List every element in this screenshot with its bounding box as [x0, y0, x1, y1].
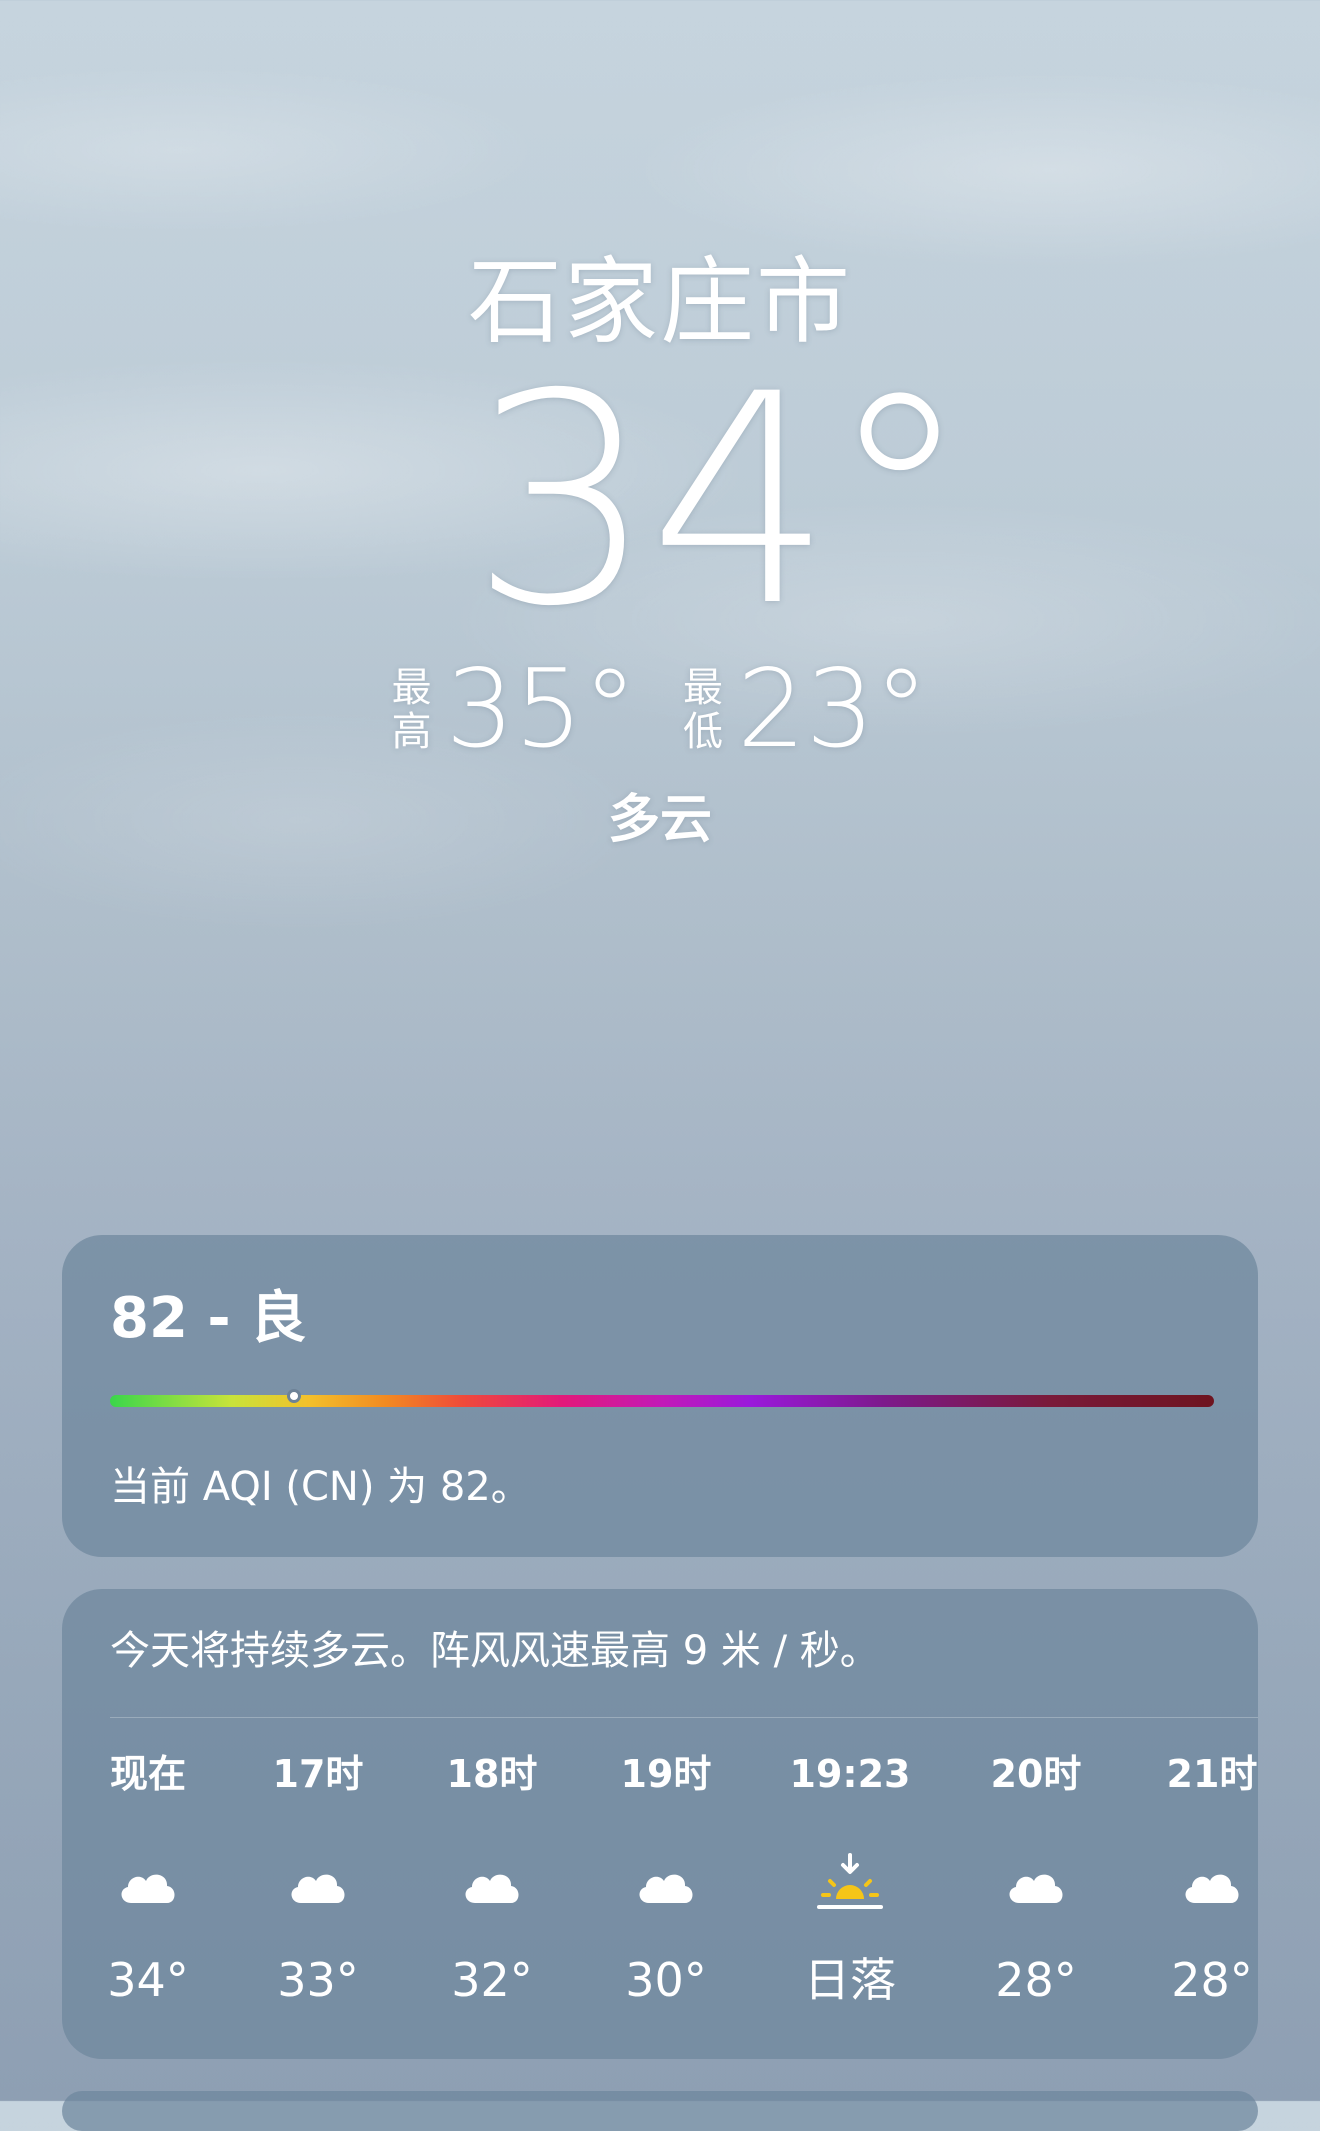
low-temperature-group: 最 低 23° — [683, 650, 928, 770]
forecast-divider — [110, 1717, 1258, 1718]
high-label: 最 高 — [392, 666, 432, 754]
hour-time-label: 19:23 — [789, 1752, 911, 1796]
cloud-icon — [113, 1851, 183, 1921]
sunset-icon — [815, 1851, 885, 1921]
high-label-char-1: 最 — [391, 665, 432, 711]
hourly-forecast-item: 21时 28° — [1132, 1739, 1258, 2039]
high-label-char-2: 高 — [391, 709, 432, 755]
high-low-row: 最 高 35° 最 低 23° — [0, 650, 1320, 770]
hour-time-label: 18时 — [446, 1752, 538, 1796]
air-quality-card[interactable]: 82 - 良 当前 AQI (CN) 为 82。 — [62, 1235, 1258, 1557]
aqi-scale-bar — [110, 1395, 1214, 1407]
hour-time-label: 现在 — [109, 1752, 186, 1796]
cloud-icon — [283, 1851, 353, 1921]
hourly-forecast-item: 18时 32° — [412, 1739, 572, 2039]
hour-time-label: 19时 — [620, 1752, 712, 1796]
hourly-forecast-item: 19时 30° — [586, 1739, 746, 2039]
high-temperature: 35° — [445, 647, 637, 772]
hour-temperature: 日落 — [804, 1953, 896, 2007]
hour-time-label: 21时 — [1166, 1752, 1258, 1796]
aqi-description: 当前 AQI (CN) 为 82。 — [110, 1464, 531, 1510]
low-temperature: 23° — [737, 647, 929, 772]
weather-condition: 多云 — [607, 790, 712, 850]
hour-temperature: 30° — [625, 1953, 707, 2007]
hour-time-label: 20时 — [990, 1752, 1082, 1796]
aqi-title: 82 - 良 — [110, 1286, 307, 1351]
cloud-icon — [631, 1851, 701, 1921]
hour-time-label: 17时 — [272, 1752, 364, 1796]
high-temperature-group: 最 高 35° — [392, 650, 637, 770]
hour-temperature: 33° — [277, 1953, 359, 2007]
forecast-summary: 今天将持续多云。阵风风速最高 9 米 / 秒。 — [110, 1628, 880, 1674]
low-label-char-1: 最 — [683, 665, 723, 711]
current-temperature: 34° — [470, 333, 972, 670]
hour-temperature: 34° — [107, 1953, 189, 2007]
cloud-icon — [457, 1851, 527, 1921]
hourly-forecast-card[interactable]: 今天将持续多云。阵风风速最高 9 米 / 秒。 现在 34° 17时 33° 18时 32… — [62, 1589, 1258, 2059]
hour-temperature: 28° — [1171, 1953, 1253, 2007]
low-label: 最 低 — [683, 666, 723, 754]
hourly-forecast-item: 20时 28° — [956, 1739, 1116, 2039]
hour-temperature: 32° — [451, 1953, 533, 2007]
low-label-char-2: 低 — [683, 709, 723, 755]
cloud-icon — [1177, 1851, 1247, 1921]
hourly-forecast-item: 19:23 日落 — [770, 1739, 930, 2039]
hourly-forecast-item: 17时 33° — [238, 1739, 398, 2039]
cloud-icon — [1001, 1851, 1071, 1921]
next-card — [62, 2091, 1258, 2131]
hourly-forecast-item: 现在 34° — [68, 1739, 228, 2039]
hour-temperature: 28° — [995, 1953, 1077, 2007]
